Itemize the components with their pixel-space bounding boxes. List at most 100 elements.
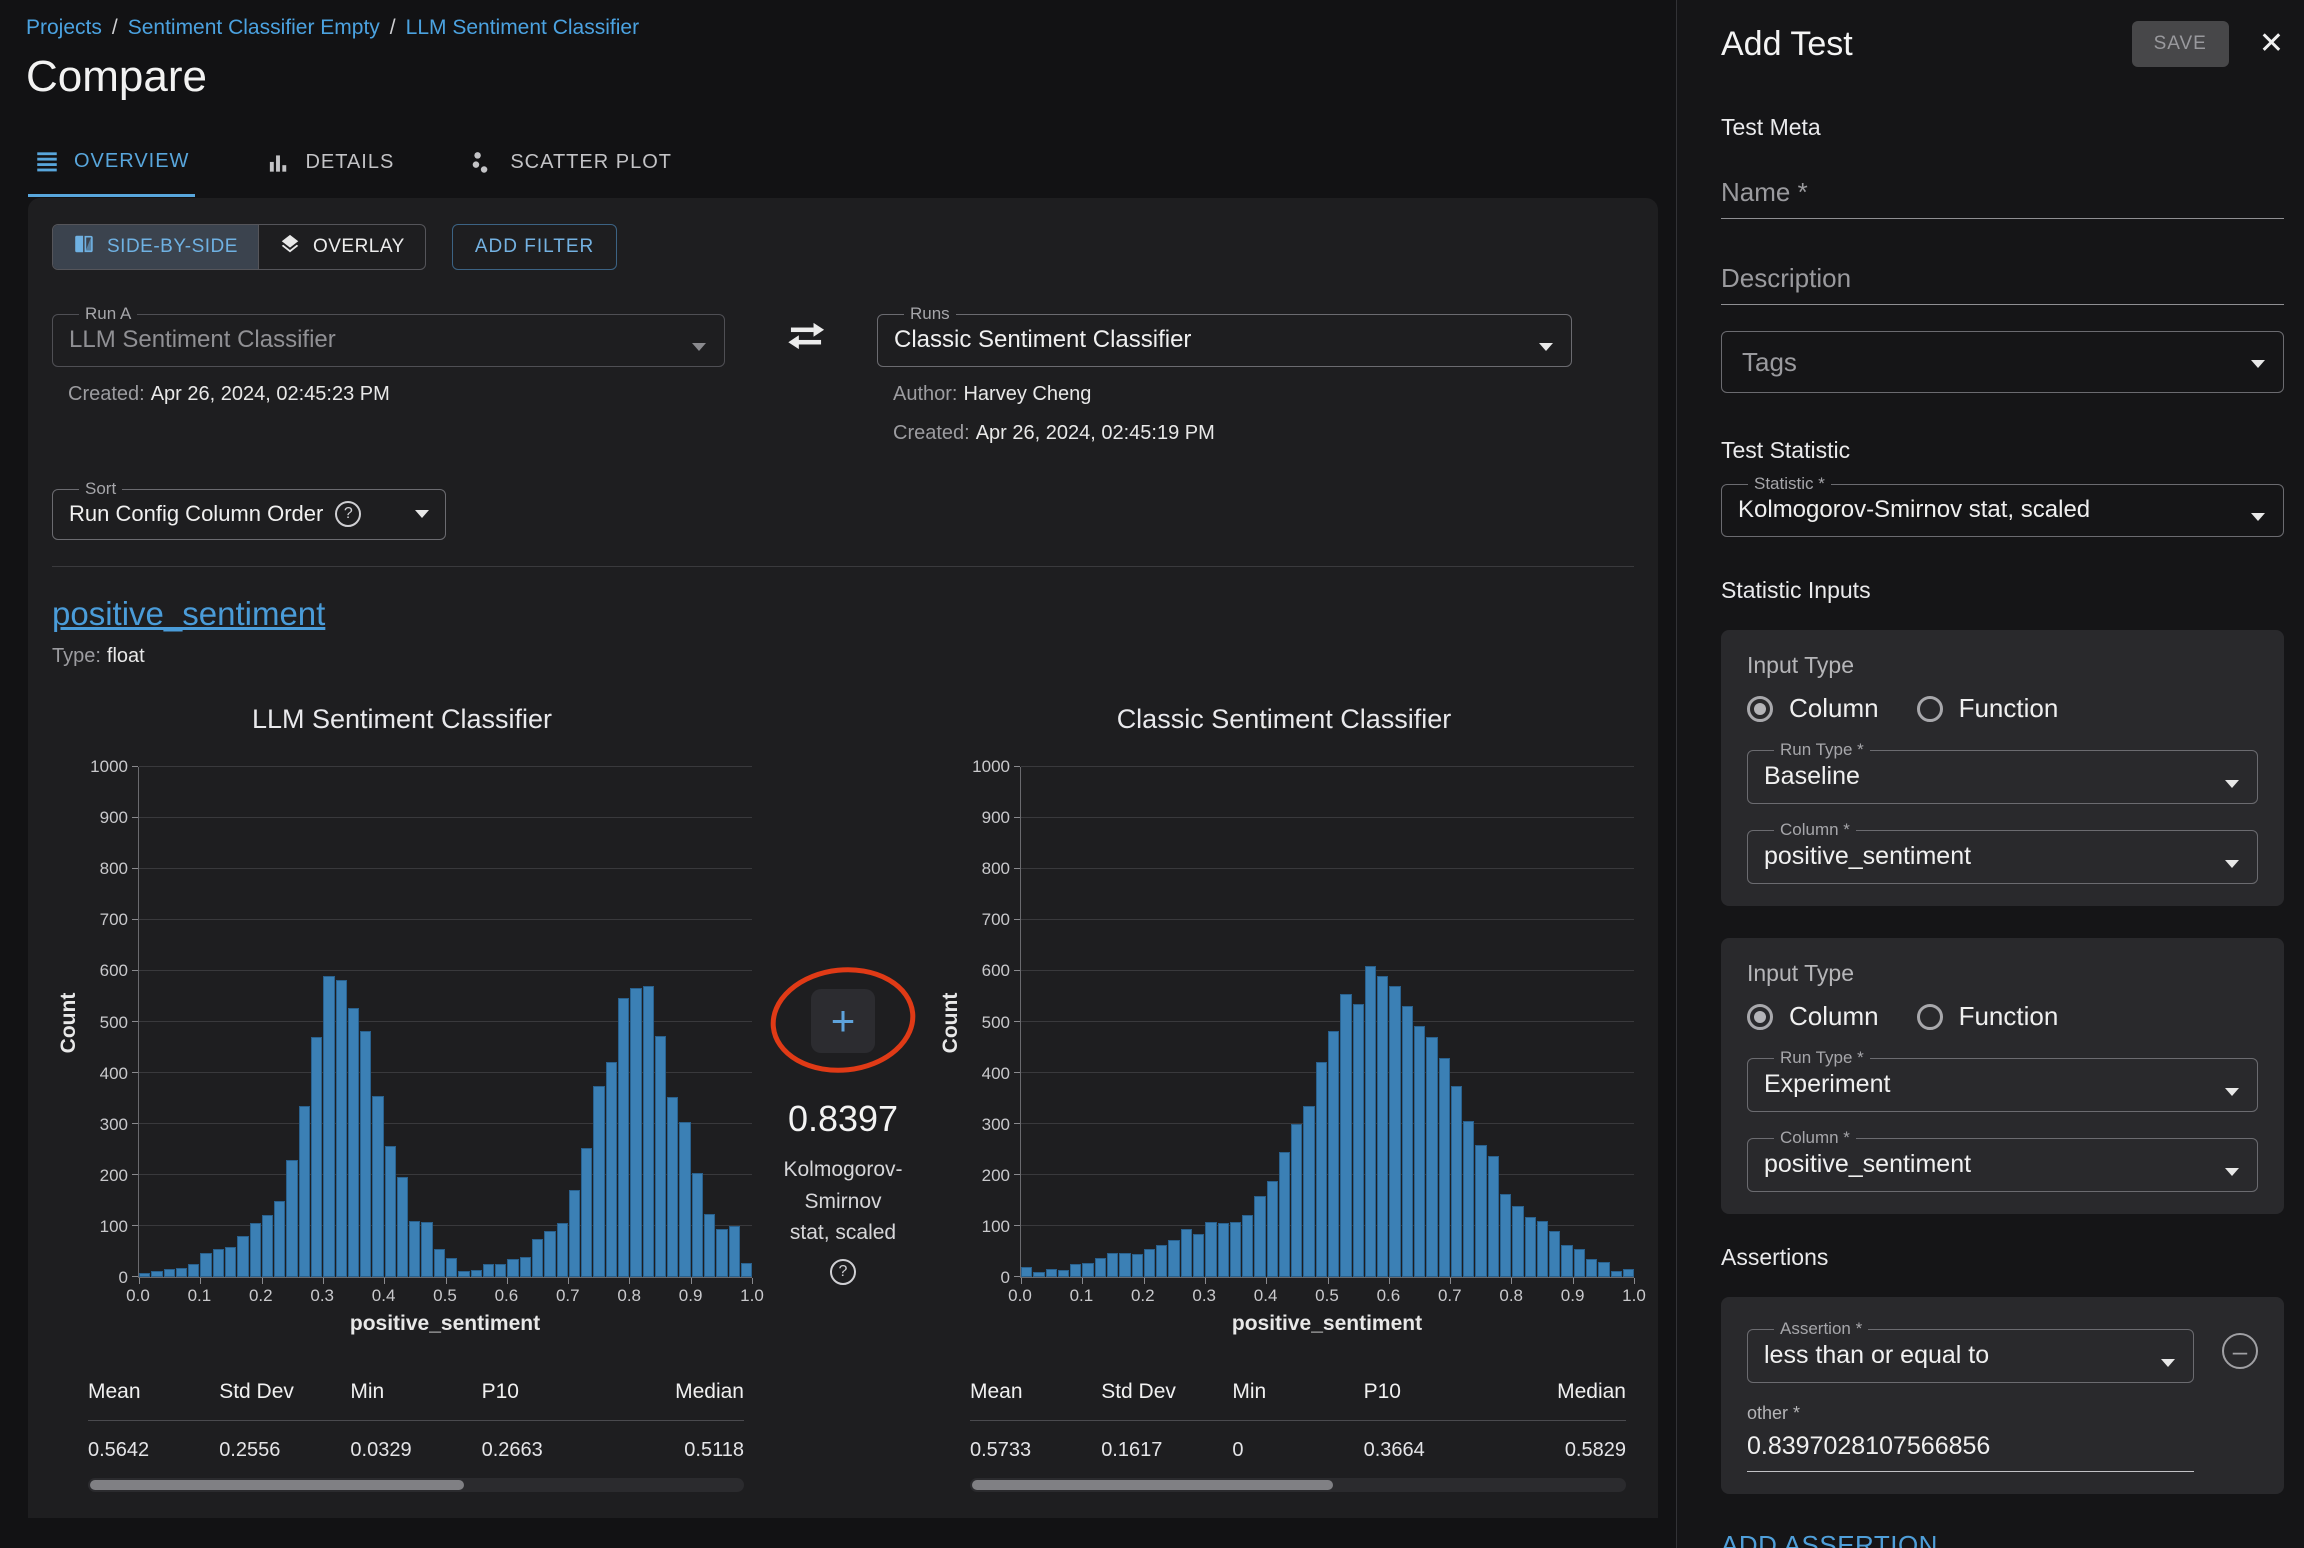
test-statistic-heading: Test Statistic (1721, 437, 2284, 464)
other-field-value[interactable]: 0.8397028107566856 (1747, 1432, 2194, 1472)
y-tick-label: 800 (982, 859, 1010, 879)
remove-assertion-icon[interactable]: – (2222, 1333, 2258, 1369)
run-type-select[interactable]: Run Type * Baseline (1747, 740, 2258, 804)
overlay-button[interactable]: OVERLAY (258, 225, 425, 269)
x-axis-ticks: 0.00.10.20.30.40.50.60.70.80.91.0 (1020, 1278, 1634, 1306)
breadcrumb-link[interactable]: Sentiment Classifier Empty (128, 16, 380, 39)
scatter-icon (470, 150, 496, 176)
feature-type-label: Type: (52, 645, 101, 667)
stats-cell: 0.5642 (88, 1439, 219, 1462)
divider (52, 566, 1634, 567)
runs-select[interactable]: Runs Classic Sentiment Classifier (877, 304, 1572, 367)
x-axis-label: positive_sentiment (138, 1312, 752, 1336)
histogram-bar (679, 1122, 690, 1277)
y-tick-mark (1014, 1123, 1020, 1124)
x-tick-mark (752, 1278, 753, 1284)
sort-label: Sort (79, 479, 122, 499)
name-field[interactable]: Name * (1721, 177, 2284, 219)
radio-function[interactable]: Function (1917, 693, 2059, 724)
horizontal-scrollbar[interactable] (88, 1478, 744, 1492)
histogram-bar (1082, 1263, 1093, 1277)
assertion-select[interactable]: Assertion * less than or equal to (1747, 1319, 2194, 1383)
histogram-bar (1389, 986, 1400, 1277)
histogram-bar (1439, 1058, 1450, 1277)
histogram-bar (1316, 1062, 1327, 1277)
x-tick-label: 0.8 (617, 1286, 641, 1306)
histogram-bar (311, 1037, 322, 1277)
close-icon[interactable]: ✕ (2259, 29, 2284, 59)
histogram-bar (1414, 1026, 1425, 1277)
histogram-bar (704, 1214, 715, 1277)
horizontal-scrollbar[interactable] (970, 1478, 1626, 1492)
breadcrumb-link[interactable]: LLM Sentiment Classifier (406, 16, 639, 39)
run-type-select[interactable]: Run Type * Experiment (1747, 1048, 2258, 1112)
scrollbar-thumb[interactable] (90, 1480, 464, 1490)
tab-scatter-plot[interactable]: SCATTER PLOT (464, 142, 678, 197)
assertion-label: Assertion * (1774, 1319, 1868, 1339)
histogram-bar (1561, 1245, 1572, 1277)
histogram-bar (655, 1036, 666, 1277)
radio-function[interactable]: Function (1917, 1001, 2059, 1032)
radio-label: Column (1789, 693, 1879, 724)
stats-column-header: Min (1232, 1380, 1363, 1404)
y-tick-label: 300 (100, 1115, 128, 1135)
tab-overview[interactable]: OVERVIEW (28, 142, 195, 197)
run-a-select[interactable]: Run A LLM Sentiment Classifier (52, 304, 725, 367)
run-type-label: Run Type * (1774, 740, 1870, 760)
radio-column[interactable]: Column (1747, 693, 1879, 724)
feature-link[interactable]: positive_sentiment (52, 595, 325, 632)
add-filter-button[interactable]: ADD FILTER (452, 224, 617, 270)
runs-created-value: Apr 26, 2024, 02:45:19 PM (976, 422, 1215, 444)
y-tick-label: 700 (100, 910, 128, 930)
help-icon[interactable]: ? (830, 1259, 856, 1285)
sort-select[interactable]: Sort Run Config Column Order ? (52, 479, 446, 540)
x-tick-label: 0.7 (1438, 1286, 1462, 1306)
histogram-bar (1611, 1271, 1622, 1277)
help-icon[interactable]: ? (335, 501, 361, 527)
histogram-bar (630, 988, 641, 1277)
stats-cell: 0 (1232, 1439, 1363, 1462)
stat-name-line: Smirnov (783, 1186, 902, 1218)
column-value: positive_sentiment (1764, 1150, 2241, 1179)
tab-details[interactable]: DETAILS (259, 142, 400, 197)
histogram-bar (1402, 1006, 1413, 1277)
histogram-bar (471, 1270, 482, 1277)
histogram-bar (1267, 1181, 1278, 1277)
swap-runs-icon[interactable] (783, 320, 829, 357)
add-test-button[interactable]: + (811, 989, 875, 1053)
run-type-value: Experiment (1764, 1070, 2241, 1099)
column-select[interactable]: Column * positive_sentiment (1747, 1128, 2258, 1192)
y-tick-mark (132, 919, 138, 920)
breadcrumb-link[interactable]: Projects (26, 16, 102, 39)
scrollbar-thumb[interactable] (972, 1480, 1333, 1490)
y-tick-mark (1014, 766, 1020, 767)
y-tick-label: 400 (100, 1064, 128, 1084)
assertions-heading: Assertions (1721, 1244, 2284, 1271)
histogram-bar (200, 1253, 211, 1277)
x-tick-label: 0.6 (495, 1286, 519, 1306)
side-by-side-button[interactable]: SIDE-BY-SIDE (53, 225, 258, 269)
x-tick-label: 0.5 (433, 1286, 457, 1306)
column-select[interactable]: Column * positive_sentiment (1747, 820, 2258, 884)
radio-column[interactable]: Column (1747, 1001, 1879, 1032)
input-type-radio-group: Column Function (1747, 693, 2258, 724)
tags-select[interactable]: Tags (1721, 331, 2284, 393)
x-tick-mark (1634, 1278, 1635, 1284)
input-type-label: Input Type (1747, 960, 2258, 987)
radio-circle-icon (1747, 696, 1773, 722)
statistic-select[interactable]: Statistic * Kolmogorov-Smirnov stat, sca… (1721, 474, 2284, 537)
stats-cell: 0.3664 (1364, 1439, 1495, 1462)
radio-label: Column (1789, 1001, 1879, 1032)
save-button[interactable]: SAVE (2132, 21, 2229, 67)
histogram-bar (1537, 1221, 1548, 1277)
y-tick-label: 600 (100, 961, 128, 981)
y-tick-mark (1014, 919, 1020, 920)
add-assertion-button[interactable]: ADD ASSERTION (1721, 1530, 1938, 1548)
statistic-input-card: Input Type ColumnFunction Run Type * Bas… (1721, 630, 2284, 906)
description-field[interactable]: Description (1721, 263, 2284, 305)
y-tick-mark (1014, 1174, 1020, 1175)
histogram-bar (1168, 1240, 1179, 1277)
histogram-bar (1021, 1267, 1032, 1277)
histogram-bar (434, 1249, 445, 1277)
other-field-label: other * (1747, 1403, 2258, 1424)
